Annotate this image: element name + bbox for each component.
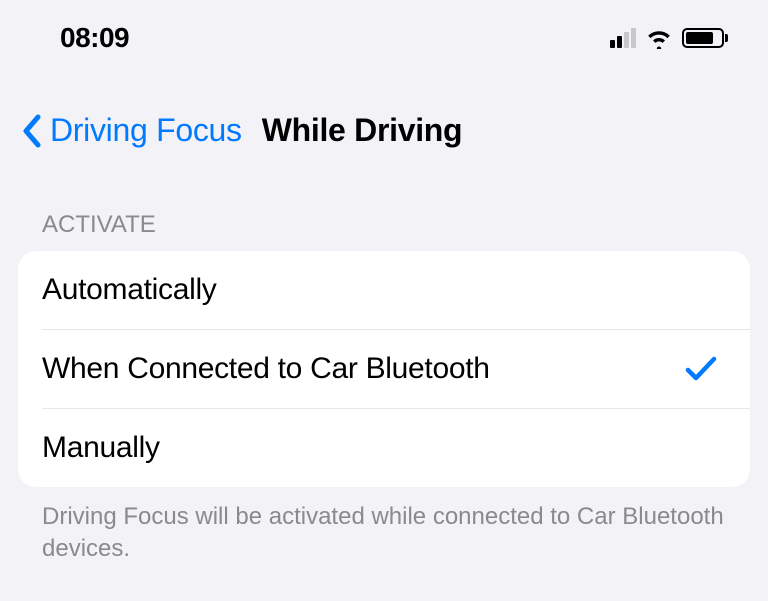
option-manually[interactable]: Manually [42,408,750,487]
option-automatically[interactable]: Automatically [18,251,750,329]
nav-bar: Driving Focus While Driving [0,64,768,153]
back-button-label[interactable]: Driving Focus [50,112,242,149]
cellular-icon [610,28,636,48]
options-list: Automatically When Connected to Car Blue… [18,251,750,487]
status-bar: 08:09 [0,0,768,64]
option-label: Automatically [42,273,217,307]
section-footer: Driving Focus will be activated while co… [0,487,768,566]
page-title: While Driving [262,112,463,149]
checkmark-icon [684,354,718,384]
status-icons [610,27,728,49]
section-header-activate: ACTIVATE [0,153,768,251]
status-time: 08:09 [60,22,129,54]
option-label: When Connected to Car Bluetooth [42,352,490,386]
battery-icon [682,28,728,48]
option-label: Manually [42,431,160,465]
option-when-connected-to-car-bluetooth[interactable]: When Connected to Car Bluetooth [42,329,750,408]
wifi-icon [644,27,674,49]
chevron-left-icon[interactable] [20,113,44,149]
